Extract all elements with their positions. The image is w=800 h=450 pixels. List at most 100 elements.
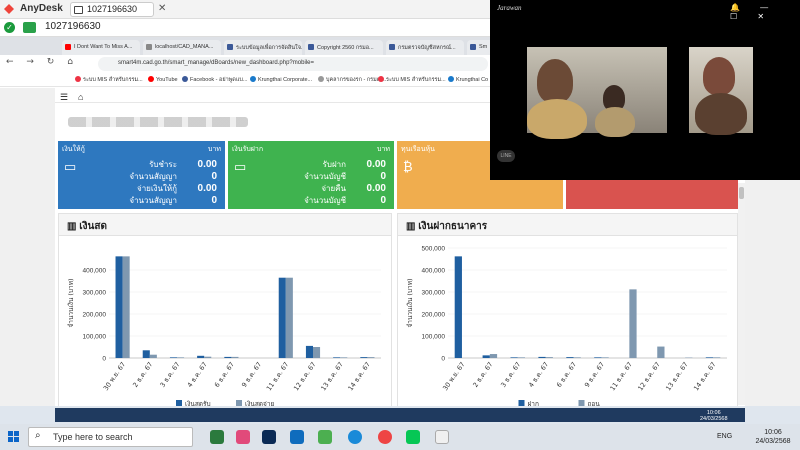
x-tick-label: 13 ธ.ค. 67 bbox=[664, 361, 690, 393]
blurred-page-title bbox=[68, 117, 248, 127]
person-body bbox=[527, 99, 587, 139]
y-axis-label: จำนวนเงิน (บาท) bbox=[67, 278, 75, 327]
remote-taskbar bbox=[55, 408, 745, 422]
app-icon[interactable] bbox=[236, 430, 250, 444]
card-row-label: จ่ายคืน bbox=[321, 184, 346, 193]
x-tick-label: 11 ธ.ค. 67 bbox=[265, 361, 291, 393]
file-icon[interactable] bbox=[435, 430, 449, 444]
y-tick-label: 200,000 bbox=[83, 312, 107, 319]
outlook-icon[interactable] bbox=[290, 430, 304, 444]
bar bbox=[629, 289, 637, 358]
monitor-icon bbox=[74, 6, 83, 14]
bookmark-item[interactable]: YouTube bbox=[148, 76, 178, 83]
x-tick-label: 30 พ.ย. 67 bbox=[441, 361, 466, 393]
bar bbox=[510, 357, 518, 358]
line-app-icon[interactable]: LINE bbox=[497, 150, 515, 162]
bar bbox=[713, 357, 721, 358]
x-tick-label: 14 ธ.ค. 67 bbox=[692, 361, 718, 393]
bar bbox=[538, 356, 546, 358]
bar bbox=[305, 345, 313, 358]
url-field[interactable]: smart4m.cad.go.th/smart_manage/dBoards/n… bbox=[98, 57, 488, 71]
browser-tab[interactable]: localhost/CAD_MANA... bbox=[143, 40, 221, 55]
session-icon bbox=[23, 22, 36, 33]
bookmark-item[interactable]: Facebook - อย่าพูดแบ... bbox=[182, 76, 247, 84]
browser-tab[interactable]: I Dont Want To Miss A... bbox=[62, 40, 140, 55]
bookmark-icon bbox=[148, 76, 154, 82]
bar bbox=[177, 357, 185, 358]
favicon-icon bbox=[470, 44, 476, 50]
bar bbox=[367, 357, 375, 358]
card-unit: บาท bbox=[377, 146, 390, 153]
anydesk-logo-icon bbox=[4, 4, 14, 14]
card-row-label: จำนวนสัญญา bbox=[129, 172, 177, 181]
language-indicator[interactable]: ENG bbox=[717, 433, 732, 440]
taskbar-clock[interactable]: 10:06 24/03/2568 bbox=[750, 428, 796, 446]
scroll-thumb[interactable] bbox=[739, 187, 744, 199]
panel-cash-title: ▥ เงินสด bbox=[59, 214, 391, 236]
bookmark-item[interactable]: ระบบ MIS สำหรับกรรม... bbox=[75, 76, 143, 84]
x-tick-label: 11 ธ.ค. 67 bbox=[608, 361, 634, 393]
bar bbox=[340, 357, 348, 358]
chrome-icon[interactable] bbox=[378, 430, 392, 444]
chart-bank: 0 100,000 200,000 300,000 400,000 500,000 จำนว… bbox=[406, 246, 727, 408]
taskbar-search-input[interactable]: Type here to search bbox=[28, 427, 193, 447]
edge-icon[interactable] bbox=[318, 430, 332, 444]
bookmark-icon bbox=[448, 76, 454, 82]
x-tick-label: 6 ธ.ค. 67 bbox=[213, 361, 236, 389]
x-tick-label: 6 ธ.ค. 67 bbox=[555, 361, 578, 389]
bar-chart-icon: ▥ bbox=[67, 221, 80, 232]
bar bbox=[231, 356, 239, 358]
caller-name: Jarawan bbox=[497, 4, 522, 12]
favicon-icon bbox=[308, 44, 314, 50]
home-icon[interactable]: ⌂ bbox=[78, 92, 83, 102]
card-loans: เงินให้กู้ บาท ▭ รับชำระ 0.00 จำนวนสัญญา 0 จ่าย… bbox=[58, 141, 225, 209]
card-title: เงินรับฝาก bbox=[232, 146, 264, 153]
bookmark-item[interactable]: ระบบ MIS สำหรับกรรม... bbox=[378, 76, 446, 84]
x-tick-label: 3 ธ.ค. 67 bbox=[158, 361, 181, 389]
bookmark-item[interactable]: Krungthai Corporate... bbox=[250, 76, 312, 83]
anydesk-session-tab[interactable]: 1027196630 bbox=[70, 2, 154, 17]
page-scrollbar[interactable] bbox=[738, 183, 745, 405]
card-row-label: รับชำระ bbox=[149, 160, 177, 169]
bar bbox=[204, 356, 212, 358]
close-icon[interactable]: ✕ bbox=[158, 3, 166, 14]
address-id[interactable]: 1027196630 bbox=[45, 21, 101, 32]
menu-icon[interactable]: ☰ bbox=[60, 92, 68, 103]
bar bbox=[517, 357, 526, 358]
bar bbox=[142, 350, 150, 358]
bar-chart-icon: ▥ bbox=[406, 221, 419, 232]
line-icon[interactable] bbox=[406, 430, 420, 444]
browser-tab[interactable]: ระบบข้อมูลเพื่อการจัดสินใจ... bbox=[224, 40, 302, 55]
y-axis-label: จำนวนเงิน (บาท) bbox=[406, 278, 414, 327]
bar bbox=[285, 277, 293, 358]
bar bbox=[545, 357, 553, 358]
remote-left-gutter bbox=[0, 88, 55, 406]
card-row-label: จำนวนสัญญา bbox=[129, 196, 177, 205]
card-row-value: 0.00 bbox=[366, 183, 386, 194]
app-icon[interactable] bbox=[210, 430, 224, 444]
person-head bbox=[703, 57, 735, 95]
card-unit: บาท bbox=[208, 146, 221, 153]
bar bbox=[705, 357, 714, 358]
window-controls-icon[interactable]: 🔔 — ☐ ✕ bbox=[730, 3, 800, 21]
y-tick-label: 400,000 bbox=[83, 268, 107, 275]
bookmark-icon bbox=[378, 76, 384, 82]
nav-arrows-icon[interactable]: ← → ↻ ⌂ bbox=[6, 57, 78, 67]
bar bbox=[482, 355, 490, 358]
browser-tab[interactable]: กรมตรวจบัญชีสหกรณ์... bbox=[386, 40, 464, 55]
bar bbox=[566, 357, 574, 358]
chart-cash: 0 100,000 200,000 300,000 400,000 จำนวนเงิน (… bbox=[67, 256, 381, 408]
remote-clock: 10:06 24/03/2568 bbox=[700, 410, 728, 422]
x-tick-label: 30 พ.ย. 67 bbox=[102, 361, 127, 393]
edge-browser-icon[interactable] bbox=[348, 430, 362, 444]
panel-bank-title: ▥ เงินฝากธนาคาร bbox=[398, 214, 737, 236]
bar bbox=[454, 256, 462, 358]
bar bbox=[224, 356, 232, 358]
bar bbox=[149, 354, 157, 358]
photoshop-icon[interactable] bbox=[262, 430, 276, 444]
favicon-icon bbox=[146, 44, 152, 50]
y-tick-label: 200,000 bbox=[422, 312, 446, 319]
browser-tab[interactable]: Copyright 2560 กรมอ... bbox=[305, 40, 383, 55]
windows-start-icon[interactable] bbox=[8, 431, 20, 443]
bookmark-item[interactable]: Krungthai Co bbox=[448, 76, 488, 83]
